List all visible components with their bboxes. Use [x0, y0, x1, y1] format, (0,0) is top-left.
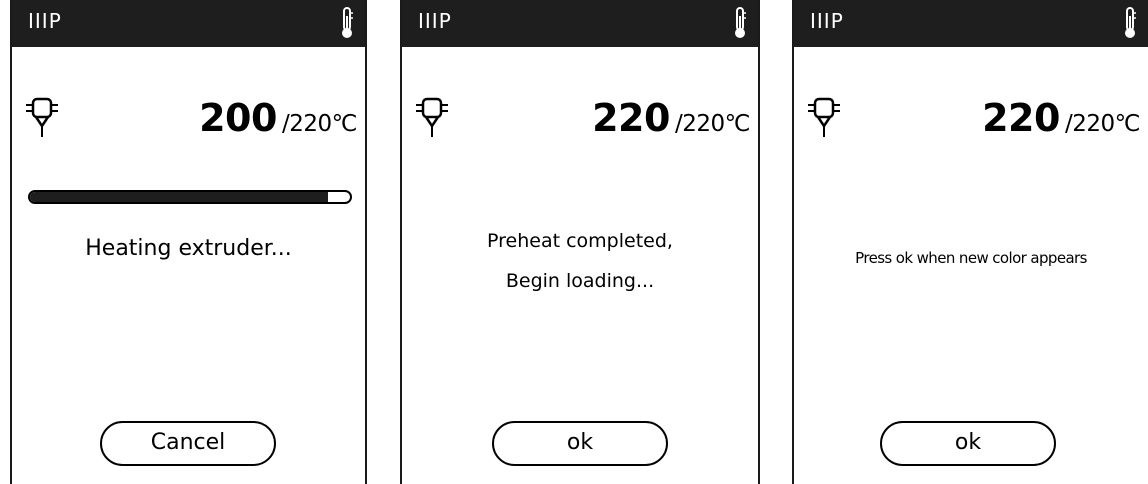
heating-screen: IIIP 200 /220℃ Heating extruder... Cance… [10, 0, 367, 484]
brand-logo: IIIP [418, 9, 452, 33]
status-bar: IIIP [402, 0, 758, 47]
heating-progress-bar [28, 190, 352, 204]
current-temperature: 220 [982, 96, 1060, 140]
current-temperature: 200 [199, 96, 277, 140]
extruder-nozzle-icon [808, 97, 840, 137]
status-message-line-1: Preheat completed, [487, 230, 673, 252]
ok-button[interactable]: ok [492, 421, 668, 466]
temperature-readout: 220 /220℃ [982, 96, 1140, 140]
cancel-button[interactable]: Cancel [100, 421, 276, 466]
preheat-complete-screen: IIIP 220 /220℃ Preheat completed, Begin … [400, 0, 760, 484]
loading-filament-screen: IIIP 220 /220℃ Press ok when new color a… [792, 0, 1148, 484]
thermometer-icon [342, 7, 353, 38]
temperature-readout: 200 /220℃ [199, 96, 357, 140]
status-message: Heating extruder... [85, 236, 292, 261]
status-message: Press ok when new color appears [855, 249, 1087, 267]
ok-button[interactable]: ok [880, 421, 1056, 466]
brand-logo: IIIP [28, 9, 62, 33]
target-temperature: /220℃ [675, 111, 750, 137]
thermometer-icon [735, 7, 746, 38]
temperature-readout: 220 /220℃ [592, 96, 750, 140]
heating-progress-fill [30, 192, 328, 202]
brand-logo: IIIP [810, 9, 844, 33]
extruder-nozzle-icon [26, 97, 58, 137]
status-message-line-2: Begin loading... [505, 270, 655, 292]
status-bar: IIIP [794, 0, 1148, 47]
status-bar: IIIP [12, 0, 365, 47]
target-temperature: /220℃ [1065, 111, 1140, 137]
current-temperature: 220 [592, 96, 670, 140]
target-temperature: /220℃ [282, 111, 357, 137]
extruder-nozzle-icon [416, 97, 448, 137]
thermometer-icon [1125, 7, 1136, 38]
